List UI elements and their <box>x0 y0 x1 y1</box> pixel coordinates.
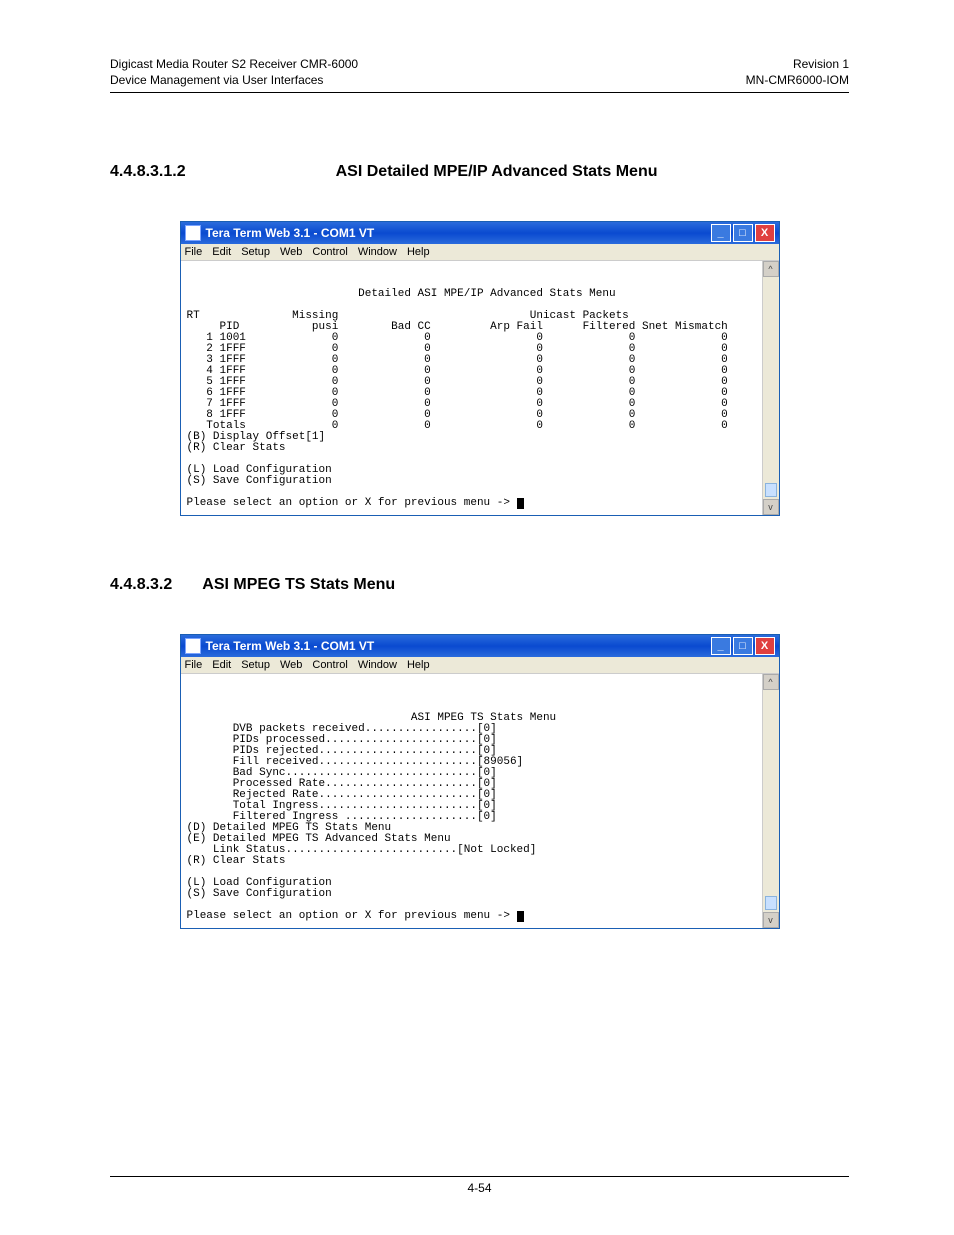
header-divider <box>110 92 849 93</box>
section-number-2: 4.4.8.3.2 <box>110 576 172 594</box>
titlebar[interactable]: Tera Term Web 3.1 - COM1 VT _ □ X <box>181 635 779 657</box>
terminal-output-2: ASI MPEG TS Stats Menu DVB packets recei… <box>187 680 779 922</box>
menubar: File Edit Setup Web Control Window Help <box>181 657 779 674</box>
maximize-button[interactable]: □ <box>733 637 753 655</box>
terminal-body-1: ^ v Detailed ASI MPE/IP Advanced Stats M… <box>181 261 779 515</box>
menu-setup[interactable]: Setup <box>241 246 270 258</box>
menu-web[interactable]: Web <box>280 246 302 258</box>
close-icon: X <box>761 640 768 652</box>
scroll-thumb[interactable] <box>765 896 777 910</box>
window-title: Tera Term Web 3.1 - COM1 VT <box>206 226 711 240</box>
doc-header-left-line1: Digicast Media Router S2 Receiver CMR-60… <box>110 56 358 72</box>
footer-divider <box>110 1176 849 1177</box>
menu-control[interactable]: Control <box>312 659 347 671</box>
minimize-button[interactable]: _ <box>711 637 731 655</box>
menubar: File Edit Setup Web Control Window Help <box>181 244 779 261</box>
doc-header-right-line2: MN-CMR6000-IOM <box>746 72 849 88</box>
close-icon: X <box>761 227 768 239</box>
scroll-down-button[interactable]: v <box>763 499 779 515</box>
menu-web[interactable]: Web <box>280 659 302 671</box>
menu-file[interactable]: File <box>185 659 203 671</box>
doc-header: Digicast Media Router S2 Receiver CMR-60… <box>110 56 849 88</box>
section-number-1: 4.4.8.3.1.2 <box>110 163 186 181</box>
terminal-window-2: Tera Term Web 3.1 - COM1 VT _ □ X File E… <box>180 634 780 929</box>
minimize-icon: _ <box>717 227 723 239</box>
menu-help[interactable]: Help <box>407 246 430 258</box>
maximize-button[interactable]: □ <box>733 224 753 242</box>
scrollbar[interactable]: ^ v <box>762 261 779 515</box>
maximize-icon: □ <box>739 640 746 652</box>
menu-setup[interactable]: Setup <box>241 659 270 671</box>
chevron-up-icon: ^ <box>768 264 772 274</box>
app-icon <box>185 638 201 654</box>
section-title-2: ASI MPEG TS Stats Menu <box>202 576 395 594</box>
chevron-down-icon: v <box>768 502 773 512</box>
menu-control[interactable]: Control <box>312 246 347 258</box>
doc-header-right-line1: Revision 1 <box>746 56 849 72</box>
menu-file[interactable]: File <box>185 246 203 258</box>
menu-edit[interactable]: Edit <box>212 246 231 258</box>
doc-header-left-line2: Device Management via User Interfaces <box>110 72 358 88</box>
chevron-up-icon: ^ <box>768 677 772 687</box>
scrollbar[interactable]: ^ v <box>762 674 779 928</box>
minimize-icon: _ <box>717 640 723 652</box>
maximize-icon: □ <box>739 227 746 239</box>
scroll-up-button[interactable]: ^ <box>763 674 779 690</box>
section-title-1: ASI Detailed MPE/IP Advanced Stats Menu <box>336 163 658 181</box>
cursor-icon <box>517 911 524 922</box>
menu-edit[interactable]: Edit <box>212 659 231 671</box>
menu-window[interactable]: Window <box>358 659 397 671</box>
app-icon <box>185 225 201 241</box>
terminal-body-2: ^ v ASI MPEG TS Stats Menu DVB packets r… <box>181 674 779 928</box>
minimize-button[interactable]: _ <box>711 224 731 242</box>
section-heading-1: 4.4.8.3.1.2 ASI Detailed MPE/IP Advanced… <box>110 163 849 181</box>
terminal-window-1: Tera Term Web 3.1 - COM1 VT _ □ X File E… <box>180 221 780 516</box>
chevron-down-icon: v <box>768 915 773 925</box>
close-button[interactable]: X <box>755 224 775 242</box>
cursor-icon <box>517 498 524 509</box>
menu-help[interactable]: Help <box>407 659 430 671</box>
section-heading-2: 4.4.8.3.2 ASI MPEG TS Stats Menu <box>110 576 849 594</box>
scroll-up-button[interactable]: ^ <box>763 261 779 277</box>
terminal-output-1: Detailed ASI MPE/IP Advanced Stats Menu … <box>187 267 779 509</box>
page-number: 4-54 <box>467 1181 491 1195</box>
menu-window[interactable]: Window <box>358 246 397 258</box>
scroll-down-button[interactable]: v <box>763 912 779 928</box>
scroll-thumb[interactable] <box>765 483 777 497</box>
titlebar[interactable]: Tera Term Web 3.1 - COM1 VT _ □ X <box>181 222 779 244</box>
window-title: Tera Term Web 3.1 - COM1 VT <box>206 639 711 653</box>
close-button[interactable]: X <box>755 637 775 655</box>
page-footer: 4-54 <box>110 1176 849 1195</box>
